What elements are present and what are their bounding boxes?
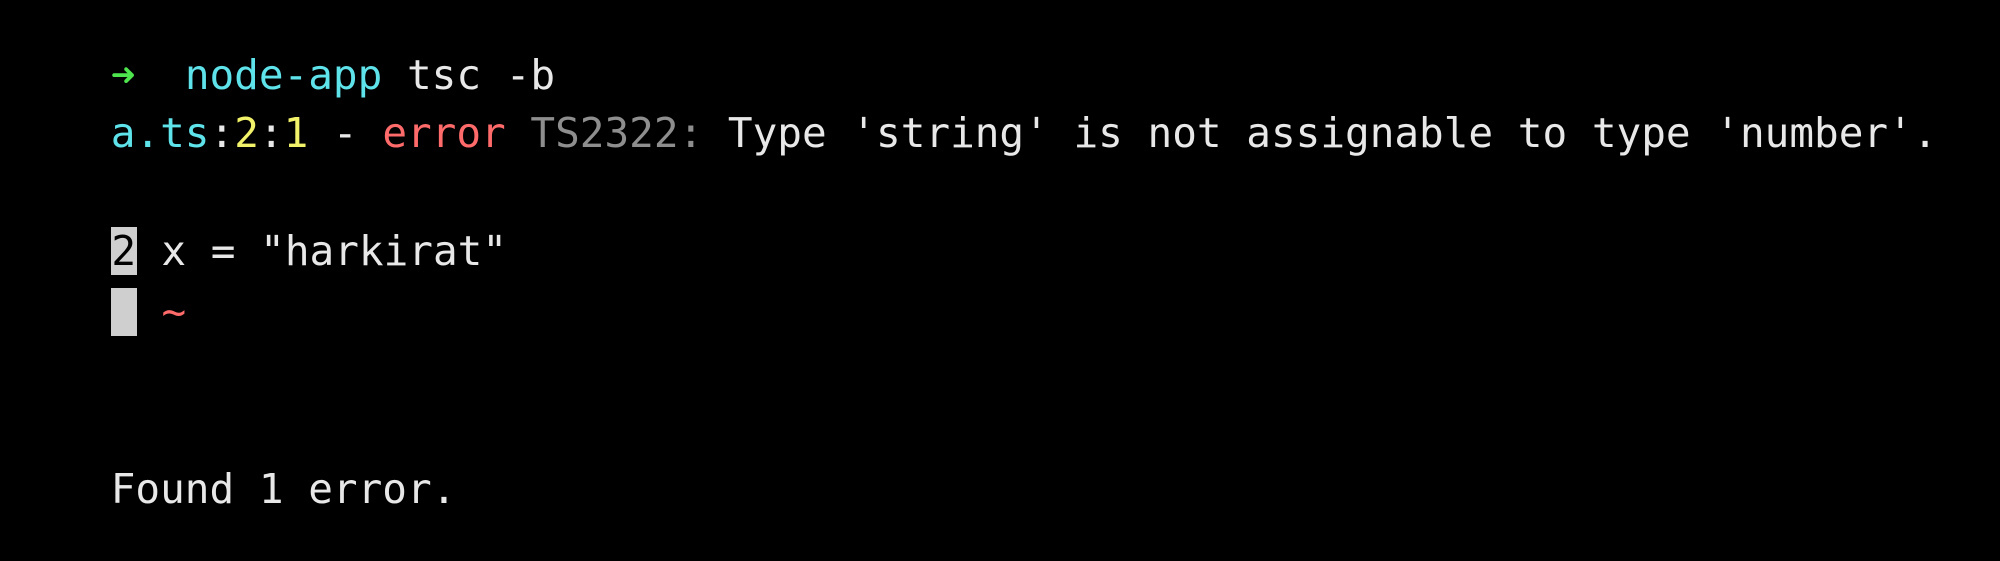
code-snippet-line: 2 x = "harkirat" [12, 179, 507, 275]
summary-line: Found 1 error. [12, 417, 457, 513]
error-line: a.ts:2:1 - error TS2322: Type 'string' i… [12, 61, 1938, 157]
error-label: error [382, 109, 506, 157]
error-code: TS2322: [530, 109, 704, 157]
error-file: a.ts [110, 109, 210, 157]
error-colon-2: : [258, 109, 284, 157]
terminal-window[interactable]: ➜ node-app tsc -b a.ts:2:1 - error TS232… [0, 0, 2000, 521]
snippet-code: x = "harkirat" [136, 227, 508, 275]
error-message: Type 'string' is not assignable to type … [727, 109, 1938, 157]
error-column-number: 1 [283, 109, 309, 157]
error-dash: - [308, 109, 383, 157]
error-underline: ~ [161, 288, 187, 336]
error-summary: Found 1 error. [110, 465, 457, 513]
prompt-line: ➜ node-app tsc -b [12, 3, 555, 99]
error-line-number: 2 [234, 109, 259, 157]
snippet-gutter [110, 288, 137, 336]
code-underline-line: ~ [12, 240, 186, 336]
error-colon-1: : [209, 109, 235, 157]
